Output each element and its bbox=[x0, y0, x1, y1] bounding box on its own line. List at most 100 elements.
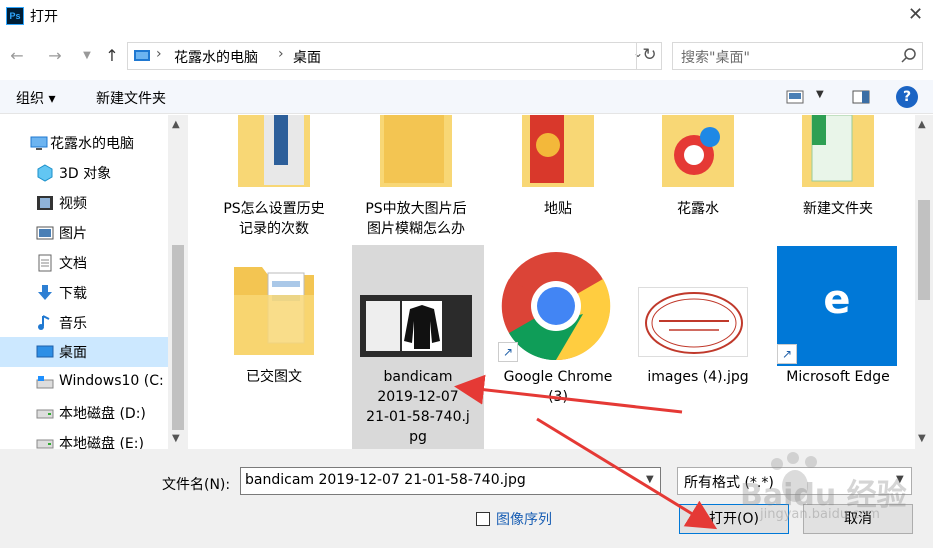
sidebar-item-label: Windows10 (C: bbox=[59, 373, 164, 389]
search-icon bbox=[901, 48, 916, 63]
download-icon bbox=[38, 285, 52, 300]
picture-icon bbox=[36, 226, 54, 240]
sidebar-item-videos[interactable]: 视频 bbox=[0, 188, 168, 218]
chevron-right-icon: › bbox=[278, 46, 284, 62]
list-item[interactable] bbox=[638, 287, 748, 357]
drive-icon bbox=[36, 376, 54, 389]
file-name[interactable]: PS怎么设置历史 记录的次数 bbox=[209, 199, 339, 239]
scroll-down-icon[interactable]: ▼ bbox=[172, 433, 180, 444]
preview-pane-icon[interactable] bbox=[852, 90, 870, 104]
computer-icon bbox=[30, 136, 48, 150]
recent-locations-chevron-icon[interactable]: ▼ bbox=[74, 43, 100, 69]
computer-icon bbox=[134, 50, 150, 61]
file-name[interactable]: PS中放大图片后 图片模糊怎么办 bbox=[351, 199, 481, 239]
navigation-pane: 花露水的电脑 3D 对象 视频 图片 文档 下载 音乐 桌面 Windows10… bbox=[0, 115, 188, 452]
sidebar-item-label: 花露水的电脑 bbox=[50, 136, 134, 152]
list-item[interactable] bbox=[376, 115, 456, 191]
file-name[interactable]: 地贴 bbox=[493, 199, 623, 219]
folder-icon bbox=[234, 267, 314, 355]
cube-icon bbox=[37, 164, 53, 182]
search-input[interactable]: 搜索"桌面" bbox=[672, 42, 923, 70]
content-scrollbar-thumb[interactable] bbox=[918, 200, 930, 300]
list-item[interactable]: ↗ bbox=[498, 250, 613, 365]
drive-icon bbox=[36, 409, 54, 419]
thumbnail-panel bbox=[366, 301, 400, 351]
photoshop-icon: Ps bbox=[6, 7, 24, 25]
sidebar-item-label: 3D 对象 bbox=[59, 166, 112, 182]
chevron-right-icon: › bbox=[156, 46, 162, 62]
music-icon bbox=[38, 315, 50, 330]
sidebar-item-desktop[interactable]: 桌面 bbox=[0, 337, 168, 367]
sidebar-item-this-pc[interactable]: 花露水的电脑 bbox=[0, 128, 168, 158]
sidebar-item-label: 音乐 bbox=[59, 316, 87, 332]
folder-icon bbox=[380, 115, 452, 187]
sidebar-item-downloads[interactable]: 下载 bbox=[0, 278, 168, 308]
document-icon bbox=[38, 254, 52, 272]
help-icon[interactable]: ? bbox=[896, 86, 918, 108]
new-folder-button[interactable]: 新建文件夹 bbox=[96, 88, 166, 108]
file-name: bandicam 2019-12-07 21-01-58-740.j pg bbox=[366, 369, 470, 445]
filename-label: 文件名(N): bbox=[162, 477, 231, 493]
file-name[interactable]: 花露水 bbox=[633, 199, 763, 219]
address-bar[interactable]: › 花露水的电脑 › 桌面 ⌄ bbox=[127, 42, 662, 70]
thumbnail-canvas bbox=[402, 301, 442, 351]
list-item[interactable] bbox=[228, 255, 320, 359]
file-name[interactable]: images (4).jpg bbox=[633, 367, 763, 387]
sidebar-item-drive-c[interactable]: Windows10 (C: bbox=[0, 368, 168, 398]
window-title: 打开 bbox=[30, 9, 58, 25]
file-list: PS怎么设置历史 记录的次数 PS中放大图片后 图片模糊怎么办 地贴 花露水 新… bbox=[188, 115, 915, 449]
image-thumbnail bbox=[360, 295, 472, 357]
sidebar-item-label: 视频 bbox=[59, 196, 87, 212]
refresh-icon[interactable]: ↻ bbox=[636, 42, 662, 70]
sweater-image bbox=[404, 305, 440, 349]
up-arrow-icon[interactable]: ↑ bbox=[99, 43, 125, 69]
sidebar-item-drive-d[interactable]: 本地磁盘 (D:) bbox=[0, 398, 168, 428]
breadcrumb-computer[interactable]: 花露水的电脑 bbox=[174, 47, 258, 67]
breadcrumb-desktop[interactable]: 桌面 bbox=[293, 47, 321, 67]
shortcut-arrow-icon: ↗ bbox=[777, 344, 797, 364]
list-item[interactable] bbox=[234, 115, 314, 191]
image-sequence-label[interactable]: 图像序列 bbox=[496, 509, 552, 529]
folder-icon bbox=[238, 115, 310, 187]
sidebar-item-documents[interactable]: 文档 bbox=[0, 248, 168, 278]
file-name[interactable]: Microsoft Edge bbox=[773, 367, 903, 387]
filename-value: bandicam 2019-12-07 21-01-58-740.jpg bbox=[245, 472, 526, 488]
view-chevron-down-icon[interactable]: ▼ bbox=[816, 89, 824, 100]
view-options-icon[interactable] bbox=[786, 90, 804, 104]
sidebar-item-label: 文档 bbox=[59, 256, 87, 272]
sidebar-item-label: 本地磁盘 (D:) bbox=[59, 406, 146, 422]
watermark-url: jingyan.baidu.com bbox=[760, 507, 880, 522]
folder-icon bbox=[662, 115, 734, 187]
folder-icon bbox=[802, 115, 874, 187]
command-bar: 组织 ▾ 新建文件夹 ▼ ? bbox=[0, 80, 933, 114]
scroll-down-icon[interactable]: ▼ bbox=[918, 433, 926, 444]
file-name[interactable]: 新建文件夹 bbox=[773, 199, 903, 219]
sidebar-item-label: 桌面 bbox=[59, 345, 87, 361]
back-arrow-icon[interactable]: ← bbox=[4, 43, 30, 69]
title-bar: Ps 打开 ✕ bbox=[0, 0, 933, 32]
organize-button[interactable]: 组织 ▾ bbox=[16, 88, 55, 108]
list-item[interactable] bbox=[518, 115, 598, 191]
file-name[interactable]: Google Chrome (3) bbox=[493, 367, 623, 407]
image-sequence-checkbox[interactable] bbox=[476, 512, 490, 526]
sidebar-item-music[interactable]: 音乐 bbox=[0, 308, 168, 338]
stamp-image bbox=[645, 292, 743, 354]
desktop-icon bbox=[36, 345, 54, 358]
list-item[interactable] bbox=[658, 115, 738, 191]
sidebar-item-pictures[interactable]: 图片 bbox=[0, 218, 168, 248]
close-button[interactable]: ✕ bbox=[898, 0, 933, 32]
list-item[interactable] bbox=[798, 115, 878, 191]
list-item-selected[interactable]: bandicam 2019-12-07 21-01-58-740.j pg bbox=[352, 245, 484, 449]
filename-input[interactable]: bandicam 2019-12-07 21-01-58-740.jpg ▼ bbox=[240, 467, 661, 495]
nav-scrollbar-thumb[interactable] bbox=[172, 245, 184, 430]
scroll-up-icon[interactable]: ▲ bbox=[918, 119, 926, 130]
chevron-down-icon[interactable]: ▼ bbox=[646, 474, 654, 485]
sidebar-item-3d-objects[interactable]: 3D 对象 bbox=[0, 158, 168, 188]
scroll-up-icon[interactable]: ▲ bbox=[172, 119, 180, 130]
video-icon bbox=[37, 196, 53, 210]
list-item[interactable]: e ↗ bbox=[777, 246, 897, 366]
edge-icon: e bbox=[823, 277, 851, 323]
folder-icon bbox=[522, 115, 594, 187]
file-name[interactable]: 已交图文 bbox=[209, 367, 339, 387]
forward-arrow-icon[interactable]: → bbox=[42, 43, 68, 69]
